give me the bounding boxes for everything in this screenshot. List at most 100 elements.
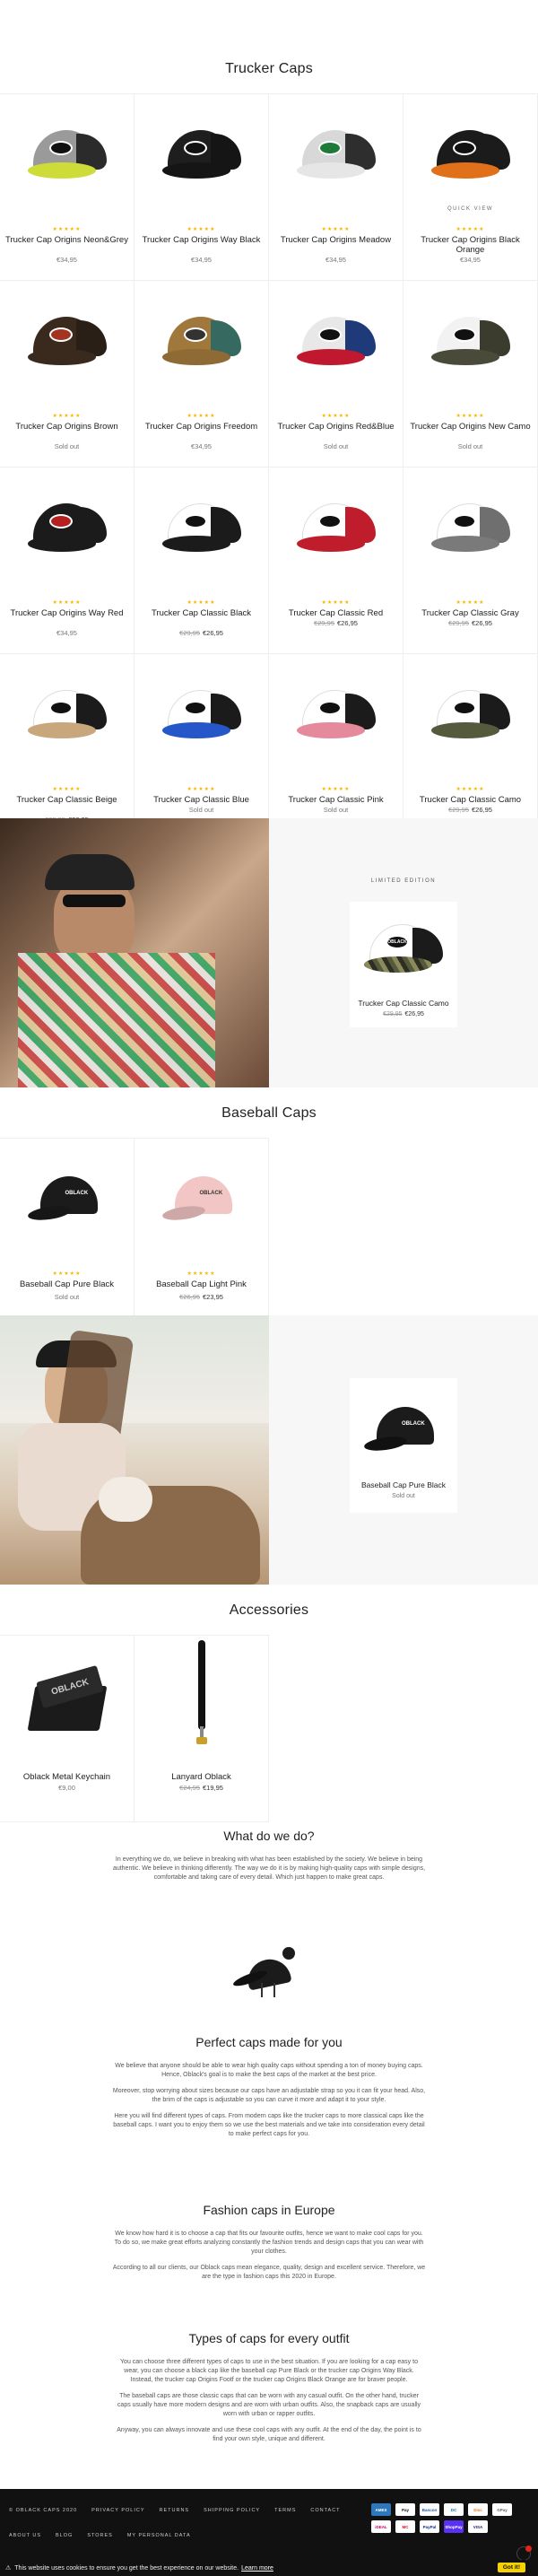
cookie-warning-icon: ⚠ [5, 2565, 12, 2572]
amex-icon: AMEX [371, 2503, 391, 2516]
payment-icons: AMEX Pay Bancon DC Disc GPay iDEAL MC Pa… [371, 2503, 529, 2533]
product-name: Trucker Cap Classic Black [151, 608, 252, 618]
what-we-do-title: What do we do? [223, 1829, 315, 1843]
product-card-lanyard[interactable]: Lanyard Oblack €24,95 €19,95 [134, 1636, 269, 1822]
cookie-learn-more-link[interactable]: Learn more [241, 2565, 273, 2572]
product-card[interactable]: ★★★★★ Trucker Cap Classic Camo €29,95 €26,9… [404, 654, 538, 841]
product-card[interactable]: QUICK VIEW ★★★★★ Trucker Cap Origins Black… [404, 94, 538, 281]
trucker-cap-image [159, 498, 245, 554]
product-price: Sold out [188, 806, 214, 814]
featured-product-name: Baseball Cap Pure Black [360, 1480, 447, 1489]
sale-price: €26,95 [203, 629, 223, 637]
product-name: Lanyard Oblack [171, 1772, 231, 1782]
fashion-caps-title: Fashion caps in Europe [203, 2203, 335, 2217]
product-name: Trucker Cap Classic Gray [421, 608, 519, 618]
product-card[interactable]: ★★★★★ Trucker Cap Origins New Camo Sold ou… [404, 281, 538, 467]
featured-panel: OBLACK Baseball Cap Pure Black Sold out [269, 1315, 538, 1585]
product-image: OBLACK [0, 1139, 134, 1255]
types-caps-text-2: The baseball caps are those classic caps… [117, 2393, 421, 2417]
footer-link-privacy[interactable]: PRIVACY POLICY [91, 2508, 144, 2513]
star-rating: ★★★★★ [269, 599, 403, 606]
product-card[interactable]: ★★★★★ Trucker Cap Classic Black €29,95 €26,… [134, 467, 269, 654]
footer-link-shipping[interactable]: SHIPPING POLICY [204, 2508, 260, 2513]
product-image [0, 467, 134, 584]
product-name: Trucker Cap Classic Pink [288, 795, 384, 805]
product-name: Trucker Cap Origins Brown [15, 422, 118, 432]
star-rating: ★★★★★ [134, 226, 268, 232]
limited-product-card[interactable]: OBLACK Trucker Cap Classic Camo €29,95 €2… [350, 902, 457, 1027]
star-icons: ★★★★★ [187, 1271, 216, 1277]
product-card[interactable]: ★★★★★ Trucker Cap Origins Meadow €34,95 [269, 94, 404, 281]
sale-price: €26,95 [472, 806, 492, 814]
star-icons: ★★★★★ [187, 227, 216, 232]
product-card[interactable]: ★★★★★ Trucker Cap Origins Red&Blue Sold ou… [269, 281, 404, 467]
product-card[interactable]: ★★★★★ Trucker Cap Origins Way Black €34,95 [134, 94, 269, 281]
perfect-caps-text-3: Here you will find different types of ca… [113, 2113, 425, 2137]
limited-edition-label: LIMITED EDITION [370, 878, 437, 884]
star-rating: ★★★★★ [134, 786, 268, 792]
featured-product-price: Sold out [392, 1493, 415, 1499]
product-image [134, 281, 268, 397]
star-icons: ★★★★★ [456, 227, 485, 232]
google-pay-icon: GPay [492, 2503, 512, 2516]
product-price: €34,95 [56, 629, 77, 637]
star-icons: ★★★★★ [52, 1271, 82, 1277]
star-icons: ★★★★★ [321, 600, 351, 606]
product-card-keychain[interactable]: OBLACK Oblack Metal Keychain €9,00 [0, 1636, 134, 1822]
product-card[interactable]: ★★★★★Trucker Cap Classic Beige€29,95€26,… [0, 654, 134, 841]
product-card[interactable]: ★★★★★ Trucker Cap Origins Brown Sold out [0, 281, 134, 467]
product-card[interactable]: ★★★★★ Trucker Cap Classic Red €29,95 €26,95 [269, 467, 404, 654]
product-price: €26,95 €23,95 [134, 1293, 268, 1301]
footer-link-blog[interactable]: BLOG [56, 2533, 73, 2538]
product-name: Trucker Cap Classic Red [288, 608, 384, 618]
product-image [404, 281, 537, 397]
quick-view-button[interactable]: QUICK VIEW [404, 206, 537, 212]
footer-link-returns[interactable]: RETURNS [160, 2508, 190, 2513]
product-price: €29,95€26,95 [404, 619, 537, 627]
chat-widget-icon[interactable] [516, 2545, 532, 2561]
product-image [269, 94, 403, 211]
limited-product-price: €29,95 €26,95 [350, 1011, 457, 1017]
star-rating: ★★★★★ [0, 786, 134, 792]
product-price: €29,95€26,95 [269, 619, 403, 627]
trucker-cap-image [24, 125, 110, 180]
product-card[interactable]: ★★★★★ Trucker Cap Classic Blue Sold out [134, 654, 269, 841]
product-image [404, 94, 537, 211]
product-price: €34,95 [191, 256, 212, 264]
lanyard-image [184, 1640, 220, 1757]
keychain-image: OBLACK [22, 1663, 112, 1734]
product-image [0, 654, 134, 771]
product-image [134, 94, 268, 211]
product-card[interactable]: ★★★★★ Trucker Cap Classic Gray €29,95 €26,9… [404, 467, 538, 654]
product-card[interactable]: OBLACK ★★★★★ Baseball Cap Light Pink €26,95… [134, 1139, 269, 1325]
footer-link-personal-data[interactable]: MY PERSONAL DATA [127, 2533, 191, 2538]
product-card[interactable]: ★★★★★ Trucker Cap Origins Freedom €34,95 [134, 281, 269, 467]
footer-link-stores[interactable]: STORES [87, 2533, 113, 2538]
types-caps-title: Types of caps for every outfit [188, 2331, 350, 2345]
product-card[interactable]: OBLACK ★★★★★ Baseball Cap Pure Black Sold o… [0, 1139, 134, 1325]
what-we-do-section: What do we do? In everything we do, we b… [112, 1829, 426, 1890]
footer-link-terms[interactable]: TERMS [274, 2508, 296, 2513]
cap-logo-text: OBLACK [65, 1191, 89, 1196]
product-price: €29,95€26,95 [134, 629, 268, 637]
product-card[interactable]: ★★★★★ Trucker Cap Origins Way Red €34,95 [0, 467, 134, 654]
footer-links: © OBLACK CAPS 2020 PRIVACY POLICY RETURN… [9, 2508, 341, 2513]
diners-club-icon: DC [444, 2503, 464, 2516]
featured-product-card[interactable]: OBLACK Baseball Cap Pure Black Sold out [350, 1378, 457, 1513]
product-name: Trucker Cap Origins Way Black [142, 235, 261, 245]
footer-link-about[interactable]: ABOUT US [9, 2533, 41, 2538]
limited-sale-price: €26,95 [404, 1011, 424, 1017]
types-caps-text-3: Anyway, you can always innovate and use … [117, 2427, 421, 2442]
footer-link-contact[interactable]: CONTACT [310, 2508, 340, 2513]
star-rating: ★★★★★ [134, 1271, 268, 1277]
product-card[interactable]: ★★★★★ Trucker Cap Origins Neon&Grey €34,95 [0, 94, 134, 281]
cookie-accept-button[interactable]: Got it! [497, 2563, 525, 2572]
product-card[interactable]: ★★★★★ Trucker Cap Classic Pink Sold out [269, 654, 404, 841]
product-name: Trucker Cap Origins Way Red [10, 608, 124, 618]
star-icons: ★★★★★ [456, 787, 485, 792]
accessories-section-title: Accessories [229, 1602, 309, 1618]
sale-price: €19,95 [203, 1784, 223, 1792]
fashion-caps-text-1: We know how hard it is to choose a cap t… [114, 2231, 424, 2255]
product-name: Baseball Cap Light Pink [156, 1279, 247, 1289]
cap-bird-illustration [229, 1947, 309, 2001]
